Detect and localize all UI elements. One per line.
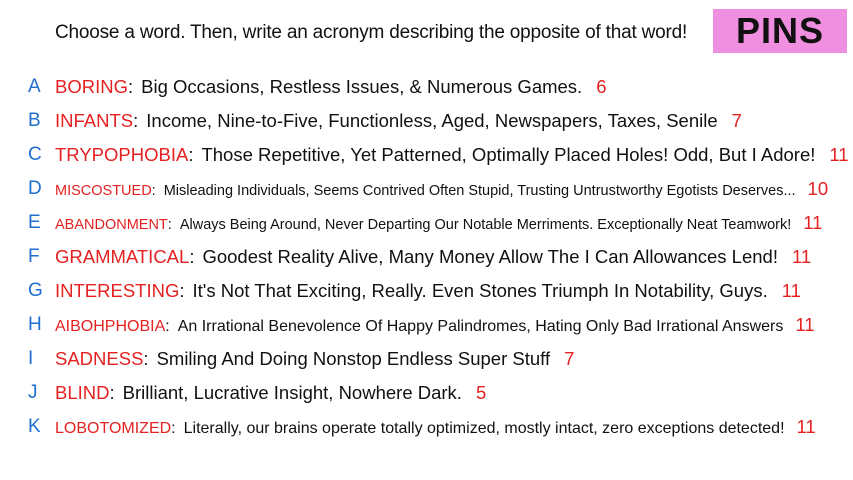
item-count: 11 [829, 144, 849, 165]
item-word: MISCOSTUED [55, 183, 152, 199]
list-item: J BLIND: Brilliant, Lucrative Insight, N… [28, 382, 487, 403]
list-item: H AIBOHPHOBIA: An Irrational Benevolence… [28, 314, 815, 335]
item-acronym: Always Being Around, Never Departing Our… [179, 217, 792, 233]
item-word: GRAMMATICAL [55, 246, 190, 267]
item-acronym: Big Occasions, Restless Issues, & Numero… [141, 76, 583, 97]
list-item: E ABANDONMENT: Always Being Around, Neve… [28, 212, 823, 233]
item-word: INTERESTING [55, 280, 180, 301]
item-count: 11 [781, 280, 801, 301]
item-letter: E [28, 212, 41, 233]
list-item: C TRYPOPHOBIA: Those Repetitive, Yet Pat… [28, 144, 849, 165]
list-item: D MISCOSTUED: Misleading Individuals, Se… [28, 178, 829, 199]
item-letter: J [28, 382, 38, 403]
item-acronym: Brilliant, Lucrative Insight, Nowhere Da… [122, 382, 462, 403]
pins-badge: PINS [713, 9, 847, 53]
item-count: 11 [795, 314, 815, 335]
list-item: K LOBOTOMIZED: Literally, our brains ope… [28, 416, 816, 437]
list-item: A BORING: Big Occasions, Restless Issues… [28, 76, 607, 97]
item-letter: B [28, 110, 41, 131]
item-word: LOBOTOMIZED [55, 420, 172, 437]
item-letter: K [28, 416, 41, 437]
item-count: 7 [564, 348, 575, 369]
item-letter: I [28, 348, 34, 369]
item-word: ABANDONMENT [55, 217, 168, 233]
item-acronym: It's Not That Exciting, Really. Even Sto… [192, 280, 768, 301]
item-acronym: An Irrational Benevolence Of Happy Palin… [177, 318, 784, 335]
item-count: 6 [596, 76, 607, 97]
item-acronym: Goodest Reality Alive, Many Money Allow … [202, 246, 778, 267]
item-count: 11 [791, 246, 812, 267]
list-item: F GRAMMATICAL: Goodest Reality Alive, Ma… [28, 246, 812, 267]
item-letter: F [28, 246, 40, 267]
item-word: TRYPOPHOBIA [55, 144, 189, 165]
item-word: INFANTS [55, 110, 134, 131]
item-word: SADNESS [55, 348, 144, 369]
item-count: 7 [731, 110, 742, 131]
list-item: I SADNESS: Smiling And Doing Nonstop End… [28, 348, 575, 369]
item-letter: C [28, 144, 42, 165]
item-word: BLIND [55, 382, 110, 403]
item-count: 11 [796, 416, 816, 437]
item-word: BORING [55, 76, 128, 97]
item-acronym: Smiling And Doing Nonstop Endless Super … [156, 348, 551, 369]
list-item: G INTERESTING: It's Not That Exciting, R… [28, 280, 801, 301]
item-count: 11 [803, 212, 823, 233]
item-count: 5 [475, 382, 487, 403]
prompt-text: Choose a word. Then, write an acronym de… [55, 22, 688, 43]
item-count: 10 [807, 178, 829, 199]
list-item: B INFANTS: Income, Nine-to-Five, Functio… [28, 110, 742, 131]
item-acronym: Those Repetitive, Yet Patterned, Optimal… [201, 144, 816, 165]
item-acronym: Income, Nine-to-Five, Functionless, Aged… [146, 110, 718, 131]
item-letter: H [28, 314, 42, 335]
item-letter: A [28, 76, 41, 97]
item-letter: D [28, 178, 42, 199]
item-acronym: Literally, our brains operate totally op… [183, 420, 785, 437]
item-letter: G [28, 280, 43, 301]
item-acronym: Misleading Individuals, Seems Contrived … [163, 183, 796, 199]
item-word: AIBOHPHOBIA [55, 318, 166, 335]
